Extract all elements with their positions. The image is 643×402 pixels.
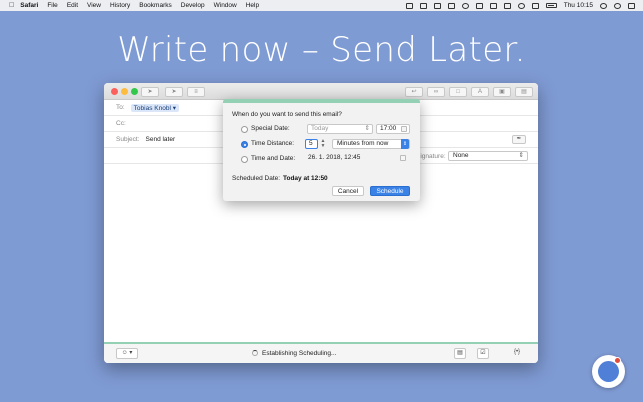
stationery-icon[interactable]: ▤	[515, 87, 533, 97]
scheduling-status: Establishing Scheduling...	[252, 350, 336, 357]
volume-icon[interactable]	[503, 2, 511, 9]
subject-field[interactable]: Send later	[146, 136, 176, 143]
status-bar: ☺ ▾ Establishing Scheduling... ▤ ☑ {•}	[104, 342, 538, 363]
schedule-dialog: When do you want to send this email? Spe…	[223, 99, 420, 201]
apple-menu-icon[interactable]: 	[9, 2, 14, 9]
window-titlebar: ➤ ➤ ≡ ↩ ∞ □ A ▣ ▤	[104, 83, 538, 100]
menu-safari[interactable]: Safari	[20, 2, 38, 9]
status-icons: Thu 10:15	[405, 0, 635, 11]
close-window-button[interactable]	[111, 88, 118, 95]
menubar:  Safari File Edit View History Bookmark…	[0, 0, 643, 11]
cc-label: Cc:	[116, 120, 126, 127]
special-time-value: 17:00	[380, 125, 397, 132]
upload-icon[interactable]	[447, 2, 455, 9]
zoom-window-button[interactable]	[131, 88, 138, 95]
special-date-field[interactable]: Today ⇕	[307, 124, 373, 134]
to-recipient-token[interactable]: Tobias Knobl ▾	[130, 103, 179, 112]
signature-select[interactable]: None ⇕	[448, 151, 528, 161]
photo-browser-icon[interactable]: ▣	[493, 87, 511, 97]
checkbox-icon[interactable]: ☑	[477, 348, 489, 359]
menu-history[interactable]: History	[110, 2, 130, 9]
app-icon	[592, 355, 625, 388]
photo-icon[interactable]	[405, 2, 413, 9]
calendar-icon[interactable]	[401, 126, 407, 132]
placeholder-button[interactable]: {•}	[509, 348, 525, 359]
special-date-radio[interactable]	[241, 126, 248, 133]
scheduled-date-value: Today at 12:50	[283, 175, 328, 182]
special-time-field[interactable]: 17:00	[376, 124, 410, 134]
time-and-date-label: Time and Date:	[251, 155, 296, 162]
mail-icon[interactable]	[433, 2, 441, 9]
calendar-icon[interactable]	[400, 155, 406, 161]
menubar-clock[interactable]: Thu 10:15	[564, 2, 593, 9]
menu-edit[interactable]: Edit	[67, 2, 78, 9]
reply-icon[interactable]: ↩	[405, 87, 423, 97]
scheduling-status-text: Establishing Scheduling...	[262, 350, 337, 357]
dialog-question: When do you want to send this email?	[232, 111, 342, 118]
to-recipient-name: Tobias Knobl	[133, 104, 171, 112]
minimize-window-button[interactable]	[121, 88, 128, 95]
battery-icon[interactable]	[545, 3, 557, 8]
scheduled-date-label: Scheduled Date:	[232, 175, 281, 182]
headline: Write now – Send Later.	[117, 30, 526, 70]
app-logo-icon	[598, 361, 619, 382]
time-distance-label: Time Distance:	[251, 140, 295, 147]
menu-develop[interactable]: Develop	[181, 2, 205, 9]
list-icon[interactable]: ▤	[454, 348, 466, 359]
header-fields-icon[interactable]: ≡	[187, 87, 205, 97]
send-later-icon[interactable]: ➤	[165, 87, 183, 97]
time-and-date-radio[interactable]	[241, 156, 248, 163]
search-icon[interactable]	[600, 2, 607, 9]
spinner-icon	[252, 350, 258, 356]
time-and-date-value: 26. 1. 2018, 12:45	[308, 154, 361, 161]
info-icon[interactable]	[461, 2, 469, 9]
schedule-button[interactable]: Schedule	[370, 186, 410, 196]
font-icon[interactable]: A	[471, 87, 489, 97]
bluetooth-icon[interactable]	[475, 2, 483, 9]
chevron-down-icon: ⇕	[401, 139, 409, 149]
signature-value: None	[453, 152, 469, 159]
emoji-menu-button[interactable]: ☺ ▾	[116, 348, 138, 359]
send-icon[interactable]: ➤	[141, 87, 159, 97]
stepper-icon: ⇕	[364, 125, 370, 132]
time-machine-icon[interactable]	[489, 2, 497, 9]
menu-view[interactable]: View	[87, 2, 101, 9]
chevron-down-icon: ⇕	[518, 152, 524, 159]
time-distance-radio[interactable]	[241, 141, 248, 148]
attach-icon[interactable]: ∞	[427, 87, 445, 97]
special-date-value: Today	[311, 125, 329, 132]
menu-bookmarks[interactable]: Bookmarks	[139, 2, 172, 9]
to-label: To:	[116, 104, 125, 111]
app-badge	[614, 357, 621, 364]
time-distance-stepper[interactable]: ▲ ▼	[320, 139, 326, 149]
grid-icon[interactable]	[419, 2, 427, 9]
wifi-icon[interactable]	[517, 2, 525, 9]
menu-file[interactable]: File	[47, 2, 57, 9]
airplay-icon[interactable]	[531, 2, 539, 9]
time-unit-select[interactable]: Minutes from now ⇕	[332, 139, 410, 149]
format-icon[interactable]: □	[449, 87, 467, 97]
cancel-button[interactable]: Cancel	[332, 186, 364, 196]
siri-icon[interactable]	[614, 2, 621, 9]
special-date-label: Special Date:	[251, 125, 290, 132]
signature-pen-icon[interactable]: ✒	[512, 135, 526, 144]
menu-help[interactable]: Help	[246, 2, 259, 9]
menu-window[interactable]: Window	[214, 2, 237, 9]
time-distance-input[interactable]: 5	[305, 139, 318, 149]
time-unit-value: Minutes from now	[337, 140, 389, 147]
notification-center-icon[interactable]	[628, 2, 635, 9]
signature-label: Signature:	[416, 153, 446, 160]
subject-label: Subject:	[116, 136, 140, 143]
time-and-date-field[interactable]: 26. 1. 2018, 12:45	[305, 154, 410, 164]
